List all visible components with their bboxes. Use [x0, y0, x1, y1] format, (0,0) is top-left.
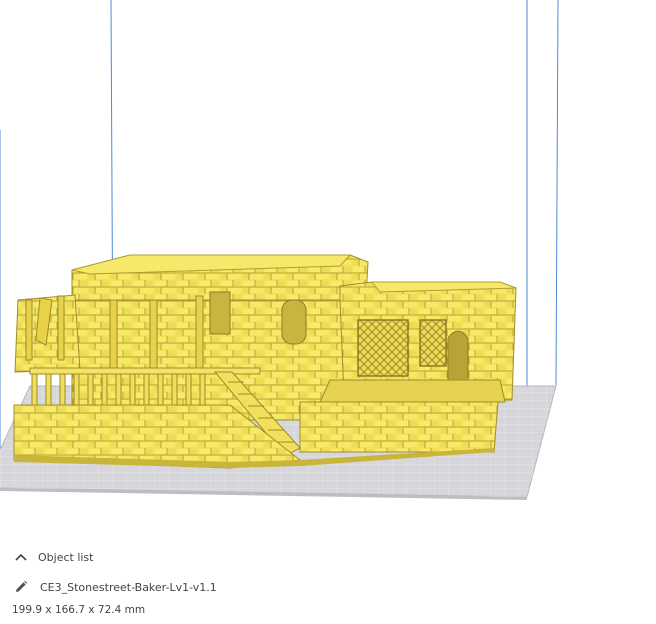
pencil-icon[interactable] [12, 578, 30, 596]
object-dimensions: 199.9 x 166.7 x 72.4 mm [12, 604, 146, 616]
chevron-up-icon [12, 548, 30, 566]
object-dimensions-row: 199.9 x 166.7 x 72.4 mm [12, 604, 145, 616]
object-list-panel: Object list CE3_Stonestreet-Baker-Lv1-v1… [0, 540, 656, 624]
3d-viewport[interactable] [0, 0, 656, 530]
object-list-toggle[interactable]: Object list [12, 548, 93, 566]
slicer-window: Object list CE3_Stonestreet-Baker-Lv1-v1… [0, 0, 656, 624]
object-name-row: CE3_Stonestreet-Baker-Lv1-v1.1 [12, 578, 217, 596]
build-volume-edge [555, 0, 559, 386]
viewport-canvas[interactable] [0, 0, 656, 530]
building-model[interactable] [13, 254, 517, 469]
object-name[interactable]: CE3_Stonestreet-Baker-Lv1-v1.1 [40, 581, 217, 594]
object-list-label: Object list [38, 550, 94, 564]
